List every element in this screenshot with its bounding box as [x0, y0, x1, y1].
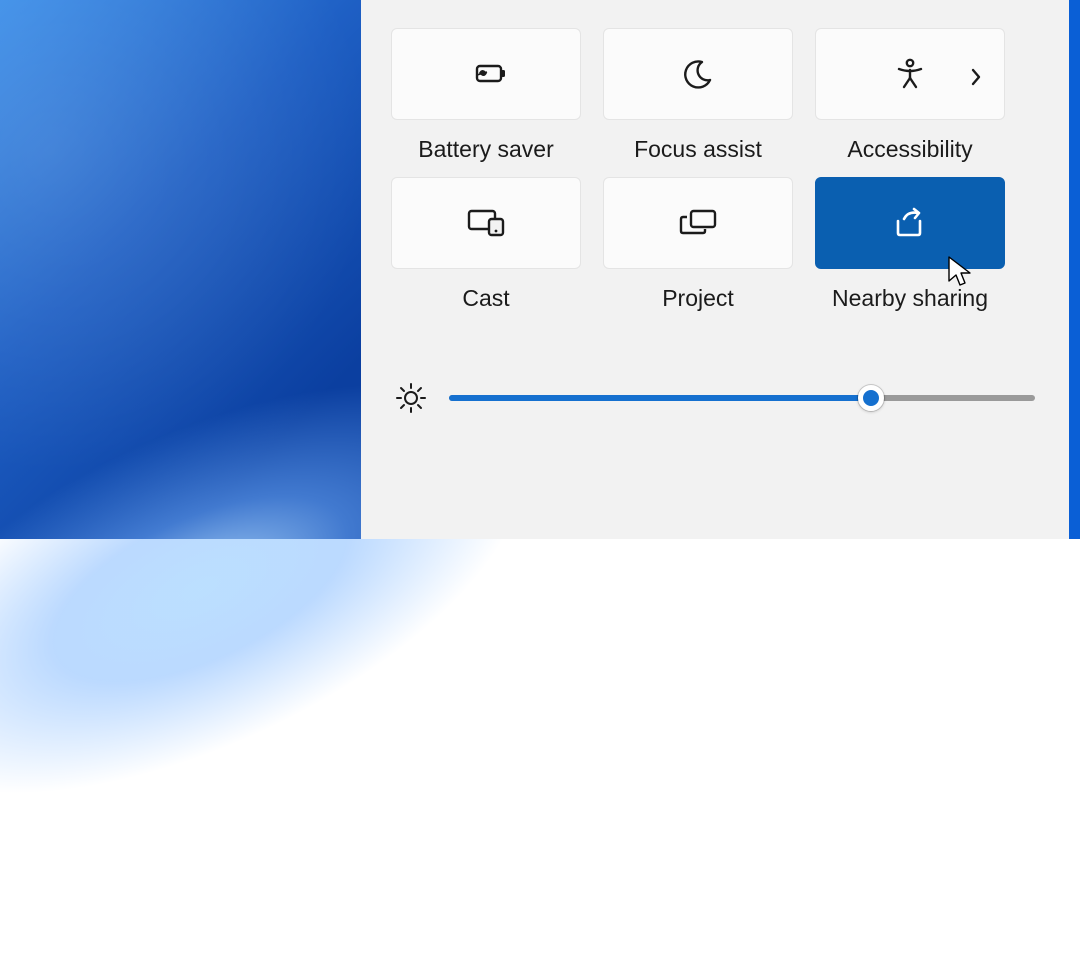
quick-settings-panel: Battery saver Focus assist: [361, 0, 1069, 539]
tile-label: Nearby sharing: [832, 285, 988, 312]
brightness-slider[interactable]: [449, 395, 1035, 401]
tile-label: Accessibility: [847, 136, 972, 163]
accessibility-icon: [893, 57, 927, 91]
focus-assist-tile[interactable]: [603, 28, 793, 120]
tile-label: Battery saver: [418, 136, 554, 163]
chevron-right-icon[interactable]: [970, 68, 982, 80]
brightness-thumb[interactable]: [858, 385, 884, 411]
brightness-slider-row: [391, 382, 1039, 414]
project-tile[interactable]: [603, 177, 793, 269]
accessibility-tile[interactable]: [815, 28, 1005, 120]
tile-label: Focus assist: [634, 136, 762, 163]
cast-tile[interactable]: [391, 177, 581, 269]
moon-icon: [680, 56, 716, 92]
brightness-icon: [395, 382, 427, 414]
battery-saver-icon: [465, 59, 507, 89]
desktop-wallpaper: [0, 0, 361, 539]
tile-label: Cast: [462, 285, 509, 312]
brightness-fill: [449, 395, 871, 401]
tile-grid: Battery saver Focus assist: [391, 28, 1039, 312]
share-icon: [892, 207, 928, 239]
tile-label: Project: [662, 285, 734, 312]
nearby-sharing-tile[interactable]: [815, 177, 1005, 269]
project-icon: [677, 207, 719, 239]
cast-icon: [465, 207, 507, 239]
right-edge-strip: [1069, 0, 1080, 539]
battery-saver-tile[interactable]: [391, 28, 581, 120]
